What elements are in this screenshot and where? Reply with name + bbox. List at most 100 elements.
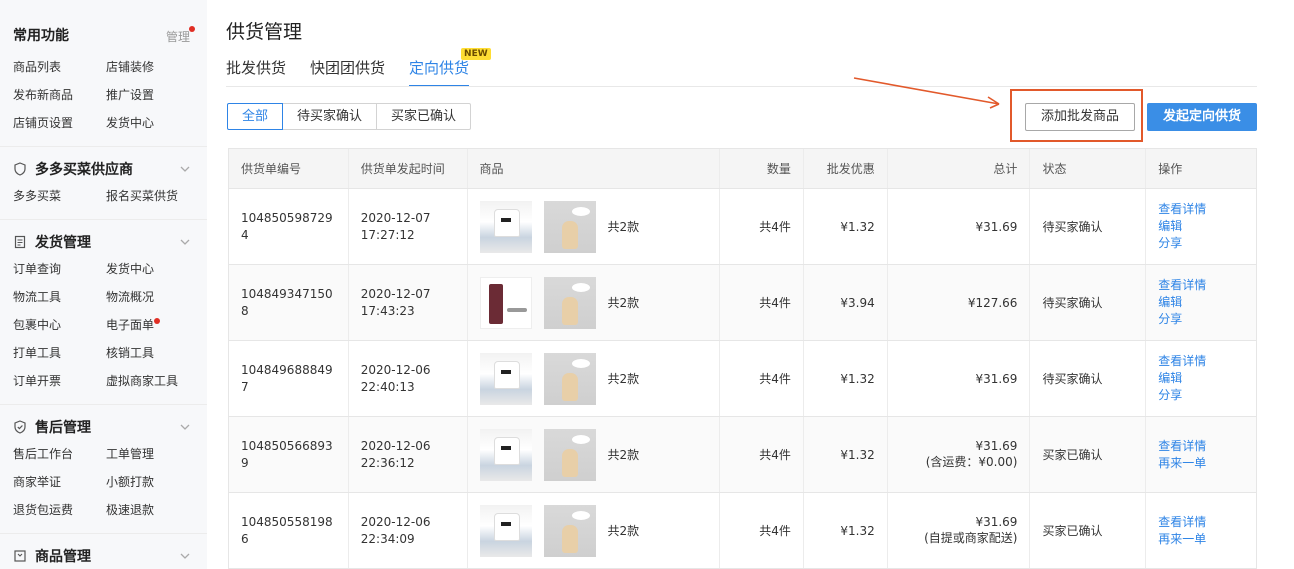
column-header: 操作 <box>1145 149 1256 188</box>
product-thumbnail[interactable] <box>479 504 532 557</box>
filter-pending[interactable]: 待买家确认 <box>282 103 378 130</box>
edit-link[interactable]: 编辑 <box>1158 218 1182 235</box>
table-row: 1048505987294 2020-12-07 17:27:12 共2款 共4件… <box>229 188 1256 264</box>
sidebar-item[interactable]: 店铺装修 <box>106 53 199 81</box>
sidebar-manage-link[interactable]: 管理 <box>166 26 195 45</box>
notification-dot-icon <box>189 26 195 32</box>
new-badge: NEW <box>461 48 491 60</box>
sidebar-item[interactable]: 报名买菜供货 <box>106 182 199 210</box>
sidebar-item[interactable]: 订单查询 <box>13 255 106 283</box>
sidebar-item[interactable]: 包裹中心 <box>13 311 106 339</box>
table-row: 1048505581986 2020-12-06 22:34:09 共2款 共4件… <box>229 492 1256 568</box>
order-date: 2020-12-07 <box>360 210 431 225</box>
share-link[interactable]: 分享 <box>1158 235 1182 252</box>
sidebar-item[interactable]: 推广设置 <box>106 81 199 109</box>
share-link[interactable]: 分享 <box>1158 387 1182 404</box>
sidebar-item[interactable]: 发货中心 <box>106 109 199 137</box>
sidebar-section-shipping: 发货管理 订单查询 发货中心 物流工具 物流概况 包裹中心 电子面单 打单工具 … <box>0 219 207 395</box>
add-wholesale-goods-button[interactable]: 添加批发商品 <box>1025 103 1135 131</box>
product-thumbnail[interactable] <box>479 200 532 253</box>
shield-check-icon <box>13 420 27 434</box>
sidebar-item[interactable]: 发布新商品 <box>13 81 106 109</box>
reorder-link[interactable]: 再来一单 <box>1158 455 1206 472</box>
order-date: 2020-12-06 <box>360 438 431 453</box>
total: ¥31.69 <box>975 219 1018 234</box>
product-thumbnail[interactable] <box>479 276 532 329</box>
sidebar-item[interactable]: 打单工具 <box>13 339 106 367</box>
sidebar-item[interactable]: 虚拟商家工具 <box>106 367 199 395</box>
shield-icon <box>13 162 27 176</box>
tab-kuaituantuan[interactable]: 快团团供货 <box>310 57 385 87</box>
status-text: 待买家确认 <box>1042 220 1103 234</box>
page-title: 供货管理 <box>226 21 303 43</box>
product-kinds: 共2款 <box>607 524 640 538</box>
total: ¥31.69 <box>975 439 1018 453</box>
discount: ¥1.32 <box>840 447 875 462</box>
sidebar-section-aftersale: 售后管理 售后工作台 工单管理 商家举证 小额打款 退货包运费 极速退款 <box>0 404 207 524</box>
discount: ¥3.94 <box>840 295 875 310</box>
tab-directed[interactable]: 定向供货 NEW <box>409 48 491 87</box>
sidebar-item[interactable]: 商家举证 <box>13 468 106 496</box>
total-note: (自提或商家配送) <box>924 531 1018 545</box>
sidebar-item-e-waybill[interactable]: 电子面单 <box>106 311 199 339</box>
sidebar-item[interactable]: 小额打款 <box>106 468 199 496</box>
product-thumbnail[interactable] <box>479 352 532 405</box>
view-detail-link[interactable]: 查看详情 <box>1158 514 1206 531</box>
product-thumbnail[interactable] <box>543 504 596 557</box>
filter-all[interactable]: 全部 <box>227 103 284 130</box>
sidebar-item[interactable]: 退货包运费 <box>13 496 106 524</box>
filter-confirmed[interactable]: 买家已确认 <box>376 103 472 130</box>
sidebar-section-title: 售后管理 <box>35 420 91 436</box>
edit-link[interactable]: 编辑 <box>1158 294 1182 311</box>
sidebar-item[interactable]: 工单管理 <box>106 440 199 468</box>
sidebar: 常用功能 管理 商品列表 店铺装修 发布新商品 推广设置 店铺页设置 发货中心 … <box>0 0 207 569</box>
main-content: 供货管理 批发供货 快团团供货 定向供货 NEW 全部 待买家确认 买家已确认 … <box>207 0 1294 569</box>
tab-wholesale[interactable]: 批发供货 <box>226 57 286 87</box>
sidebar-item[interactable]: 多多买菜 <box>13 182 106 210</box>
product-kinds: 共2款 <box>607 448 640 462</box>
status-text: 买家已确认 <box>1042 524 1103 538</box>
sidebar-section-title: 多多买菜供应商 <box>35 162 133 178</box>
discount: ¥1.32 <box>840 371 875 386</box>
view-detail-link[interactable]: 查看详情 <box>1158 277 1206 294</box>
discount: ¥1.32 <box>840 523 875 538</box>
total: ¥127.66 <box>967 295 1018 310</box>
annotation-arrow-icon <box>853 77 1000 109</box>
sidebar-item[interactable]: 售后工作台 <box>13 440 106 468</box>
product-thumbnail[interactable] <box>479 428 532 481</box>
order-time: 17:27:12 <box>360 227 415 242</box>
product-thumbnail[interactable] <box>543 352 596 405</box>
sidebar-item[interactable]: 订单开票 <box>13 367 106 395</box>
product-thumbnail[interactable] <box>543 276 596 329</box>
view-detail-link[interactable]: 查看详情 <box>1158 438 1206 455</box>
order-date: 2020-12-06 <box>360 362 431 377</box>
sidebar-item[interactable]: 店铺页设置 <box>13 109 106 137</box>
view-detail-link[interactable]: 查看详情 <box>1158 201 1206 218</box>
product-thumbnail[interactable] <box>543 200 596 253</box>
sidebar-section-header[interactable]: 商品管理 <box>13 534 207 569</box>
reorder-link[interactable]: 再来一单 <box>1158 531 1206 548</box>
view-detail-link[interactable]: 查看详情 <box>1158 353 1206 370</box>
share-link[interactable]: 分享 <box>1158 311 1182 328</box>
start-directed-supply-button[interactable]: 发起定向供货 <box>1147 103 1257 131</box>
total: ¥31.69 <box>975 371 1018 386</box>
table-row: 1048505668939 2020-12-06 22:36:12 共2款 共4件… <box>229 416 1256 492</box>
total: ¥31.69 <box>975 515 1018 529</box>
edit-link[interactable]: 编辑 <box>1158 370 1182 387</box>
column-header: 总计 <box>886 149 1030 188</box>
product-thumbnail[interactable] <box>543 428 596 481</box>
status-text: 待买家确认 <box>1042 372 1103 386</box>
column-header: 商品 <box>466 149 719 188</box>
product-kinds: 共2款 <box>607 372 640 386</box>
sidebar-item[interactable]: 商品列表 <box>13 53 106 81</box>
quantity: 共4件 <box>759 448 791 462</box>
sidebar-item[interactable]: 核销工具 <box>106 339 199 367</box>
sidebar-item[interactable]: 发货中心 <box>106 255 199 283</box>
sidebar-item[interactable]: 极速退款 <box>106 496 199 524</box>
sidebar-item[interactable]: 物流概况 <box>106 283 199 311</box>
order-date: 2020-12-06 <box>360 514 431 529</box>
sidebar-common-section: 常用功能 管理 商品列表 店铺装修 发布新商品 推广设置 店铺页设置 发货中心 <box>0 0 207 137</box>
document-icon <box>13 235 27 249</box>
sidebar-item[interactable]: 物流工具 <box>13 283 106 311</box>
column-header: 数量 <box>719 149 803 188</box>
